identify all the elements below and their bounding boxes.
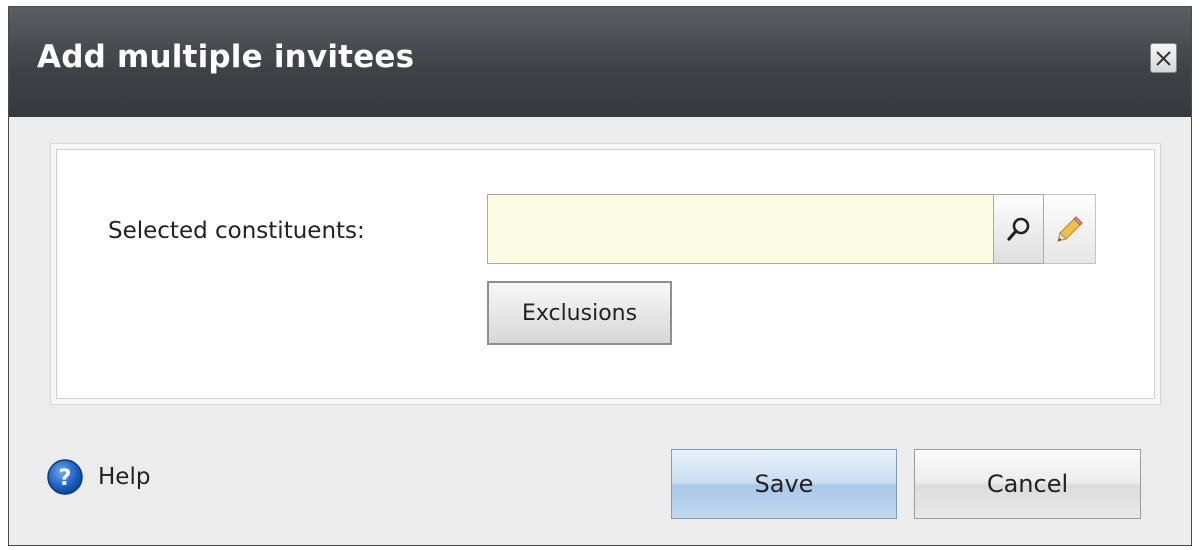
- help-icon: ?: [46, 458, 84, 496]
- dialog-title: Add multiple invitees: [37, 39, 415, 75]
- svg-text:?: ?: [59, 466, 72, 491]
- edit-button[interactable]: [1044, 194, 1096, 264]
- cancel-button[interactable]: Cancel: [914, 449, 1141, 519]
- dialog-titlebar: Add multiple invitees: [9, 7, 1191, 117]
- search-icon: [1006, 217, 1029, 241]
- help-link[interactable]: ? Help: [46, 458, 150, 496]
- close-button[interactable]: [1150, 43, 1177, 73]
- selected-constituents-input[interactable]: [487, 194, 993, 264]
- save-button[interactable]: Save: [671, 449, 897, 519]
- exclusions-button[interactable]: Exclusions: [487, 281, 672, 345]
- search-button[interactable]: [993, 194, 1044, 264]
- form-panel: [56, 149, 1155, 399]
- pencil-icon: [1056, 216, 1083, 242]
- help-label: Help: [98, 464, 151, 490]
- close-icon: [1156, 50, 1171, 66]
- selected-constituents-label: Selected constituents:: [108, 218, 365, 244]
